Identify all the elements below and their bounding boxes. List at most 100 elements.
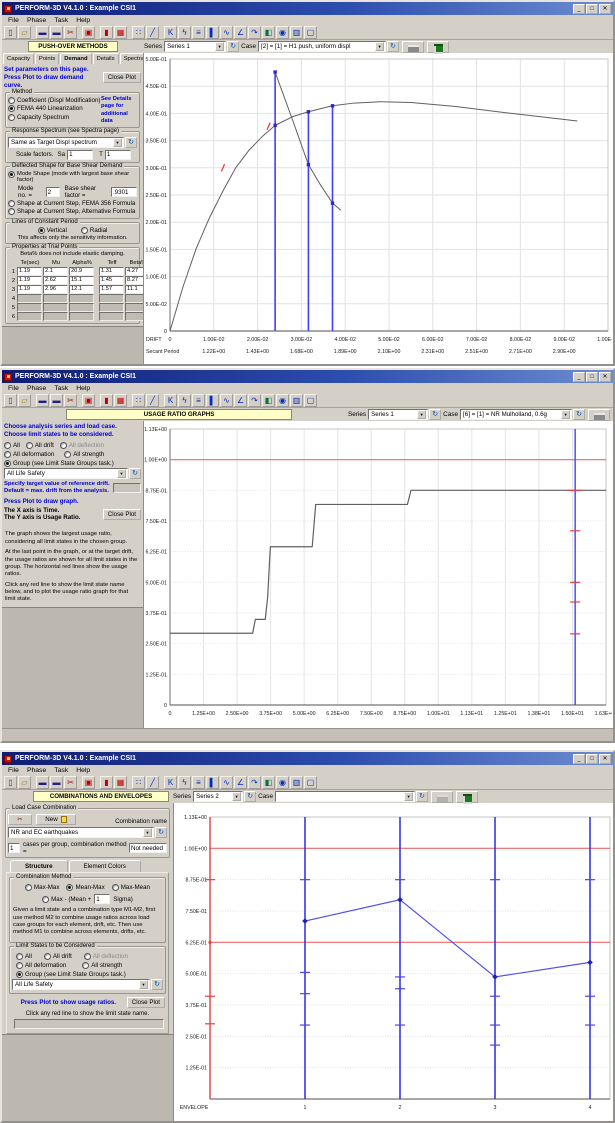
- group-dropdown[interactable]: All Life Safety▼: [4, 468, 128, 479]
- open-folder-icon[interactable]: ▱: [18, 394, 31, 407]
- refresh-case-button[interactable]: ↻: [573, 409, 585, 420]
- spectrum-dropdown[interactable]: Same as Target Displ spectrum▼: [8, 137, 124, 148]
- radio-max-max[interactable]: Max-Max: [25, 884, 59, 891]
- new-page-icon[interactable]: ▯: [4, 26, 17, 39]
- mode-no-input[interactable]: [46, 187, 60, 197]
- radio-group[interactable]: Group (see Limit State Groups task.): [16, 971, 163, 978]
- maximize-button[interactable]: □: [586, 4, 598, 14]
- refresh-case-button[interactable]: ↻: [416, 791, 428, 802]
- radio-fema440[interactable]: FEMA 440 Linearization: [8, 105, 101, 112]
- menu-phase[interactable]: Phase: [23, 385, 50, 392]
- print-button[interactable]: [402, 41, 424, 53]
- radio-all-drift[interactable]: All drift: [44, 953, 72, 960]
- menu-help[interactable]: Help: [72, 767, 94, 774]
- menu-file[interactable]: File: [4, 767, 23, 774]
- new-page-icon[interactable]: ▯: [4, 394, 17, 407]
- stair-icon[interactable]: ≡: [192, 776, 205, 789]
- tab-spectra[interactable]: Spectra: [120, 53, 144, 64]
- ramp-icon[interactable]: ∠: [234, 26, 247, 39]
- building-icon[interactable]: ▮: [100, 776, 113, 789]
- new-page-icon[interactable]: ▯: [4, 776, 17, 789]
- close-button[interactable]: ✕: [599, 372, 611, 382]
- close-plot-button[interactable]: Close Plot: [103, 509, 141, 520]
- refresh-series-button[interactable]: ↻: [244, 791, 256, 802]
- trial-cell[interactable]: 11.1: [125, 285, 144, 294]
- menu-task[interactable]: Task: [50, 767, 72, 774]
- target-drift-input[interactable]: [113, 483, 141, 493]
- k-brace-icon[interactable]: K: [164, 26, 177, 39]
- delete-icon[interactable]: ✂: [64, 776, 77, 789]
- save-icon[interactable]: ▬: [36, 776, 49, 789]
- frame-grid-icon[interactable]: ▦: [114, 394, 127, 407]
- radio-all-strength[interactable]: All strength: [64, 451, 104, 458]
- refresh-group-button[interactable]: ↻: [151, 979, 163, 990]
- minimize-button[interactable]: _: [573, 372, 585, 382]
- trial-cell[interactable]: 2.96: [43, 285, 68, 294]
- trial-cell[interactable]: 2.62: [43, 276, 68, 285]
- case-dropdown[interactable]: [6] = [1] = NR Mulholland, 0.6g▼: [460, 409, 572, 420]
- tab-points[interactable]: Points: [35, 53, 59, 64]
- trial-cell[interactable]: 1.45: [99, 276, 124, 285]
- save-as-icon[interactable]: ▬: [50, 776, 63, 789]
- monitor-icon[interactable]: ▢: [304, 776, 317, 789]
- trial-cell[interactable]: 12.1: [69, 285, 94, 294]
- save-icon[interactable]: ▬: [36, 26, 49, 39]
- refresh-series-button[interactable]: ↻: [227, 41, 239, 52]
- perform-screen-icon[interactable]: ▣: [82, 394, 95, 407]
- trial-cell[interactable]: 4.27: [125, 267, 144, 276]
- close-plot-button[interactable]: Close Plot: [127, 997, 165, 1008]
- series-dropdown[interactable]: Series 1▼: [368, 409, 428, 420]
- radio-max-mean[interactable]: Max-Mean: [112, 884, 150, 891]
- close-button[interactable]: ✕: [599, 4, 611, 14]
- column-icon[interactable]: ▌: [206, 776, 219, 789]
- new-combination-button[interactable]: New: [36, 814, 76, 825]
- hook-icon[interactable]: ↷: [248, 394, 261, 407]
- save-plot-button[interactable]: [456, 791, 478, 803]
- frame-grid-icon[interactable]: ▦: [114, 776, 127, 789]
- case-dropdown[interactable]: ▼: [275, 791, 415, 802]
- members-icon[interactable]: ╱: [146, 394, 159, 407]
- refresh-combination-button[interactable]: ↻: [155, 827, 167, 838]
- radio-fema356-shape[interactable]: Shape at Current Step, FEMA 356 Formula: [8, 200, 137, 207]
- menu-phase[interactable]: Phase: [23, 767, 50, 774]
- monitor-icon[interactable]: ▢: [304, 394, 317, 407]
- menu-phase[interactable]: Phase: [23, 17, 50, 24]
- radio-alt-shape[interactable]: Shape at Current Step, Alternative Formu…: [8, 208, 137, 215]
- monitor-icon[interactable]: ▢: [304, 26, 317, 39]
- lightning-icon[interactable]: ϟ: [178, 394, 191, 407]
- radio-radial[interactable]: Radial: [81, 227, 108, 234]
- print-button[interactable]: [588, 409, 610, 421]
- series-dropdown[interactable]: Series 2▼: [193, 791, 243, 802]
- trial-cell[interactable]: 20.9: [69, 267, 94, 276]
- trial-cell[interactable]: 1.19: [17, 276, 42, 285]
- radio-coefficient[interactable]: Coefficient (Displ Modification): [8, 97, 101, 104]
- wave-icon[interactable]: ∿: [220, 394, 233, 407]
- radio-vertical[interactable]: Vertical: [38, 227, 67, 234]
- t-scale-input[interactable]: [105, 150, 131, 160]
- title-bar[interactable]: PERFORM-3D V4.1.0 : Example CSI1 _ □ ✕: [2, 2, 613, 15]
- trial-cell[interactable]: 1.31: [99, 267, 124, 276]
- trial-cell[interactable]: 1.19: [17, 285, 42, 294]
- usage-icon[interactable]: ▥: [290, 394, 303, 407]
- radio-all-drift[interactable]: All drift: [26, 442, 54, 449]
- refresh-series-button[interactable]: ↻: [429, 409, 441, 420]
- ramp-icon[interactable]: ∠: [234, 394, 247, 407]
- menu-help[interactable]: Help: [72, 17, 94, 24]
- close-button[interactable]: ✕: [599, 754, 611, 764]
- nodes-icon[interactable]: ∷: [132, 394, 145, 407]
- open-folder-icon[interactable]: ▱: [18, 776, 31, 789]
- k-brace-icon[interactable]: K: [164, 776, 177, 789]
- perform-screen-icon[interactable]: ▣: [82, 26, 95, 39]
- k-brace-icon[interactable]: K: [164, 394, 177, 407]
- trial-cell[interactable]: 2.1: [43, 267, 68, 276]
- case-dropdown[interactable]: [2] = [1] = H1 push, uniform displ▼: [258, 41, 386, 52]
- minimize-button[interactable]: _: [573, 754, 585, 764]
- menu-file[interactable]: File: [4, 17, 23, 24]
- open-folder-icon[interactable]: ▱: [18, 26, 31, 39]
- column-icon[interactable]: ▌: [206, 26, 219, 39]
- usage-ratio-chart[interactable]: 1.13E+001.00E+008.75E-017.50E-016.25E-01…: [144, 421, 613, 728]
- group-dropdown[interactable]: All Life Safety▼: [12, 979, 150, 990]
- radio-all-strength[interactable]: All strength: [82, 962, 122, 969]
- hook-icon[interactable]: ↷: [248, 26, 261, 39]
- chart-icon[interactable]: ◧: [262, 26, 275, 39]
